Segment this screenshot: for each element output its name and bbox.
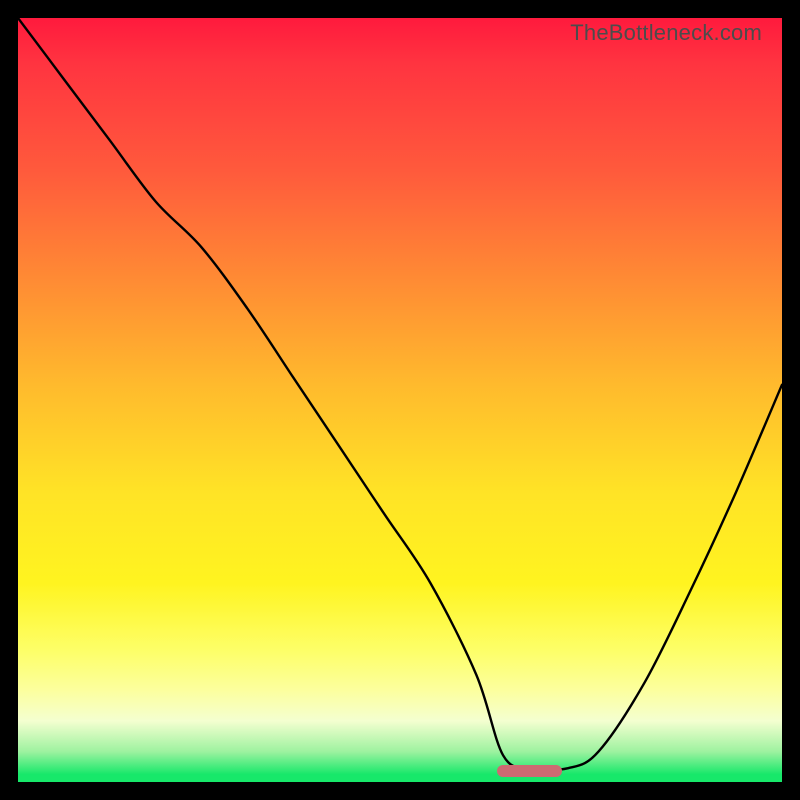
optimal-range-marker — [497, 765, 562, 777]
chart-frame: TheBottleneck.com — [0, 0, 800, 800]
bottleneck-curve — [18, 18, 782, 782]
plot-area: TheBottleneck.com — [18, 18, 782, 782]
curve-path — [18, 18, 782, 770]
